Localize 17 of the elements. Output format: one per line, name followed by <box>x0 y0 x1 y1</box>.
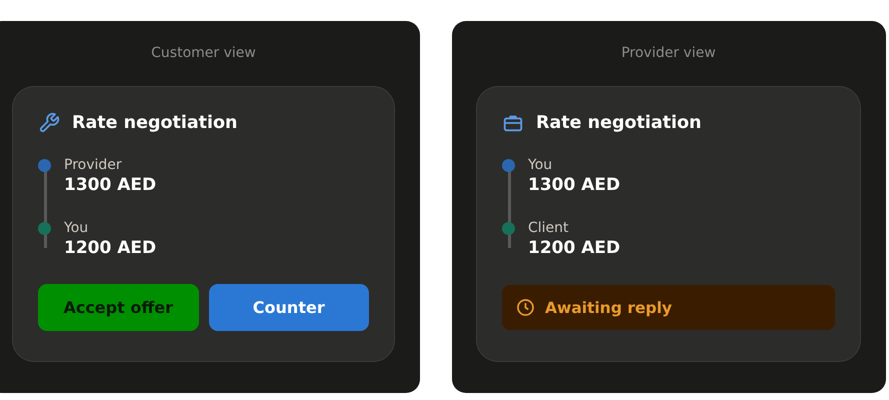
amount: 1200 AED <box>528 237 622 259</box>
panel-title: Customer view <box>150 45 257 61</box>
party-label: You <box>528 156 554 174</box>
card-heading: Rate negotiation <box>536 113 702 133</box>
panel-title: Provider view <box>620 45 717 61</box>
amount: 1300 AED <box>528 174 622 196</box>
wrench-icon <box>38 112 60 134</box>
party-label: Client <box>528 219 570 237</box>
counter-button[interactable]: Counter <box>208 284 369 331</box>
amount: 1200 AED <box>64 237 158 259</box>
status-text: Awaiting reply <box>545 298 672 316</box>
party-label: Provider <box>64 156 123 174</box>
card-heading: Rate negotiation <box>72 113 238 133</box>
party-label: You <box>64 219 90 237</box>
amount: 1300 AED <box>64 174 158 196</box>
clock-icon <box>516 298 535 317</box>
accept-button[interactable]: Accept offer <box>38 284 198 331</box>
